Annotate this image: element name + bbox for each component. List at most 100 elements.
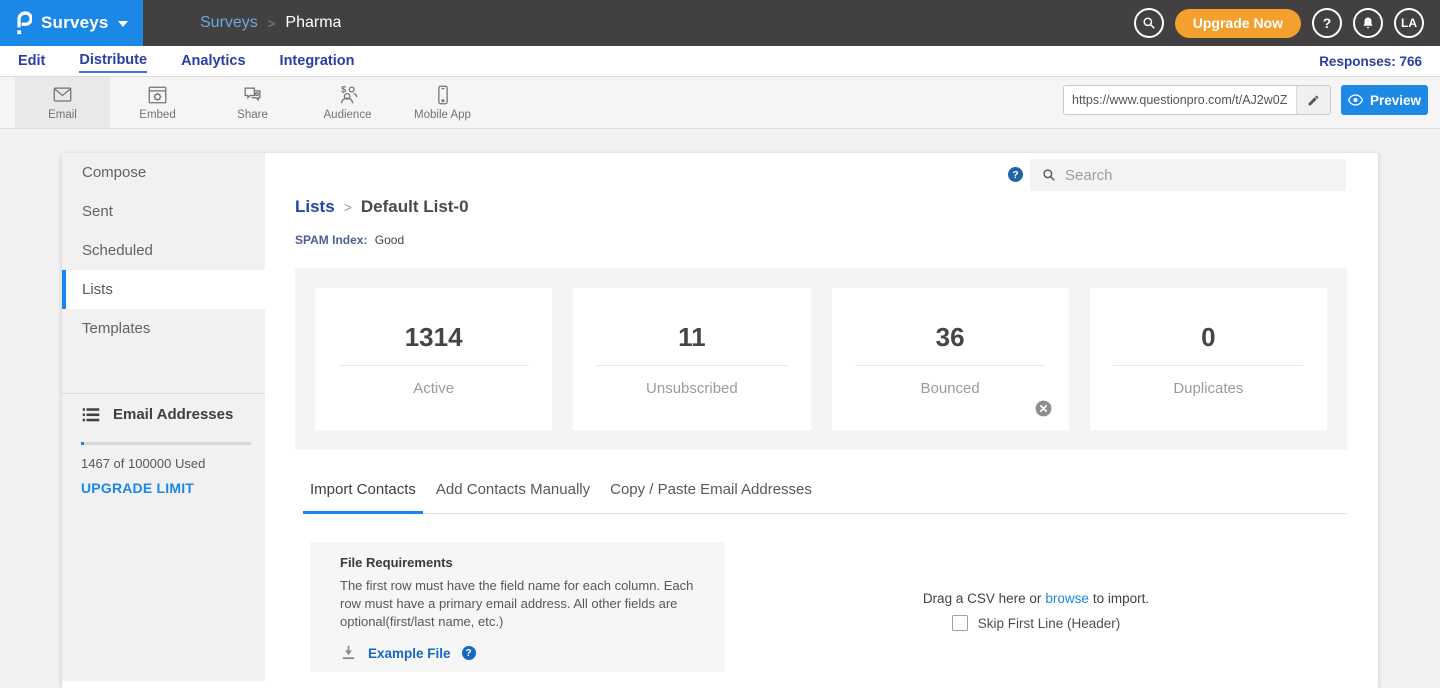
survey-name: Pharma	[285, 14, 341, 32]
chevron-down-icon	[118, 21, 128, 27]
toolbar-item-label: Share	[237, 109, 268, 121]
edit-pencil-icon	[1307, 94, 1320, 107]
breadcrumb-separator: >	[268, 16, 276, 31]
lists-help-button[interactable]: ?	[1008, 167, 1023, 182]
sidebar-item-templates[interactable]: Templates	[62, 309, 265, 348]
help-button[interactable]: ?	[1312, 8, 1342, 38]
usage-progress-fill	[81, 442, 84, 445]
toolbar-item-email[interactable]: Email	[15, 77, 110, 128]
tab-analytics[interactable]: Analytics	[181, 50, 245, 72]
stat-label: Unsubscribed	[646, 380, 738, 397]
toolbar-item-audience[interactable]: $ Audience	[300, 77, 395, 128]
sidebar-item-lists[interactable]: Lists	[62, 270, 265, 309]
stat-divider	[855, 365, 1045, 366]
tab-integration[interactable]: Integration	[280, 50, 355, 72]
dropzone-instruction: Drag a CSV here orbrowseto import.	[725, 591, 1347, 606]
toolbar-item-label: Email	[48, 109, 77, 121]
search-icon	[1142, 16, 1156, 30]
topbar-actions: Upgrade Now ? LA	[1134, 8, 1440, 38]
question-mark-icon: ?	[465, 648, 471, 659]
stat-card-bounced[interactable]: 36 Bounced	[832, 288, 1069, 430]
survey-nav: Edit Distribute Analytics Integration Re…	[0, 46, 1440, 77]
browse-link[interactable]: browse	[1045, 591, 1089, 606]
breadcrumb-separator: >	[344, 199, 352, 215]
email-addresses-title: Email Addresses	[113, 406, 233, 423]
spam-index-value: Good	[375, 233, 404, 247]
toolbar-item-embed[interactable]: Embed	[110, 77, 205, 128]
stat-value: 11	[678, 322, 706, 353]
file-requirements-box: File Requirements The first row must hav…	[310, 542, 725, 672]
stat-label: Active	[413, 380, 454, 397]
stat-card-active[interactable]: 1314 Active	[315, 288, 552, 430]
tab-add-contacts-manually[interactable]: Add Contacts Manually	[429, 480, 597, 514]
search-input[interactable]	[1065, 167, 1346, 184]
stat-value: 36	[936, 322, 965, 353]
preview-eye-icon	[1348, 94, 1363, 106]
example-file-help-icon[interactable]: ?	[462, 646, 476, 660]
stat-divider	[597, 365, 787, 366]
topbar: Surveys Surveys > Pharma Upgrade Now ? L	[0, 0, 1440, 46]
breadcrumb-lists-link[interactable]: Lists	[295, 197, 335, 217]
edit-url-button[interactable]	[1296, 86, 1330, 114]
spam-index-row: SPAM Index: Good	[295, 233, 404, 247]
topbar-breadcrumb: Surveys > Pharma	[200, 14, 341, 32]
svg-text:$: $	[341, 85, 346, 95]
skip-first-line-checkbox[interactable]	[952, 615, 968, 631]
sidebar-divider	[62, 393, 265, 394]
skip-first-line-row: Skip First Line (Header)	[952, 615, 1121, 631]
stat-label: Bounced	[921, 380, 980, 397]
contacts-tabs: Import Contacts Add Contacts Manually Co…	[303, 480, 1347, 514]
tab-copy-paste-email-addresses[interactable]: Copy / Paste Email Addresses	[603, 480, 819, 514]
sidebar-item-sent[interactable]: Sent	[62, 192, 265, 231]
stat-value: 0	[1201, 322, 1215, 353]
sidebar-item-scheduled[interactable]: Scheduled	[62, 231, 265, 270]
toolbar-item-label: Embed	[139, 109, 175, 121]
dropzone-text-after: to import.	[1093, 591, 1149, 606]
stat-card-unsubscribed[interactable]: 11 Unsubscribed	[573, 288, 810, 430]
search-button[interactable]	[1134, 8, 1164, 38]
download-icon	[340, 645, 357, 661]
toolbar-item-share[interactable]: Share	[205, 77, 300, 128]
list-lines-icon	[82, 407, 100, 423]
product-name: Surveys	[41, 13, 109, 33]
current-list-name: Default List-0	[361, 197, 469, 217]
preview-button[interactable]: Preview	[1341, 85, 1428, 115]
product-switcher[interactable]: Surveys	[0, 0, 143, 46]
bell-icon	[1361, 16, 1375, 30]
magnifier-icon	[1042, 168, 1056, 182]
example-file-link[interactable]: Example File	[368, 646, 451, 661]
content-card: Compose Sent Scheduled Lists Templates E…	[62, 153, 1378, 688]
list-search-box	[1030, 159, 1346, 191]
tab-edit[interactable]: Edit	[18, 50, 45, 72]
csv-dropzone[interactable]: Drag a CSV here orbrowseto import. Skip …	[725, 591, 1347, 636]
list-stats-panel: 1314 Active 11 Unsubscribed 36 Bounced 0	[295, 268, 1347, 450]
questionpro-logo-icon	[13, 10, 32, 36]
notifications-button[interactable]	[1353, 8, 1383, 38]
breadcrumb-surveys-link[interactable]: Surveys	[200, 14, 258, 32]
questionpro-distribute-screen: Surveys Surveys > Pharma Upgrade Now ? L	[0, 0, 1440, 688]
survey-url-input[interactable]	[1064, 86, 1296, 114]
stat-card-duplicates[interactable]: 0 Duplicates	[1090, 288, 1327, 430]
responses-count[interactable]: Responses: 766	[1319, 54, 1422, 69]
tab-import-contacts[interactable]: Import Contacts	[303, 480, 423, 514]
file-requirements-title: File Requirements	[340, 555, 705, 570]
upgrade-now-button[interactable]: Upgrade Now	[1175, 9, 1301, 38]
tab-distribute[interactable]: Distribute	[79, 49, 147, 73]
stat-value: 1314	[405, 322, 463, 353]
preview-label: Preview	[1370, 93, 1421, 108]
upgrade-limit-link[interactable]: UPGRADE LIMIT	[81, 480, 194, 496]
file-requirements-body: The first row must have the field name f…	[340, 577, 696, 631]
question-mark-icon: ?	[1012, 169, 1018, 181]
usage-text: 1467 of 100000 Used	[81, 456, 205, 471]
clear-bounced-icon[interactable]	[1034, 399, 1053, 418]
example-file-row: Example File ?	[340, 645, 705, 661]
toolbar-item-mobile-app[interactable]: Mobile App	[395, 77, 490, 128]
email-sidebar: Compose Sent Scheduled Lists Templates E…	[62, 153, 265, 681]
stat-label: Duplicates	[1173, 380, 1243, 397]
survey-url-field	[1063, 85, 1331, 115]
toolbar-item-label: Mobile App	[414, 109, 471, 121]
avatar-initials: LA	[1401, 16, 1417, 30]
avatar[interactable]: LA	[1394, 8, 1424, 38]
sidebar-item-compose[interactable]: Compose	[62, 153, 265, 192]
stat-divider	[1113, 365, 1303, 366]
